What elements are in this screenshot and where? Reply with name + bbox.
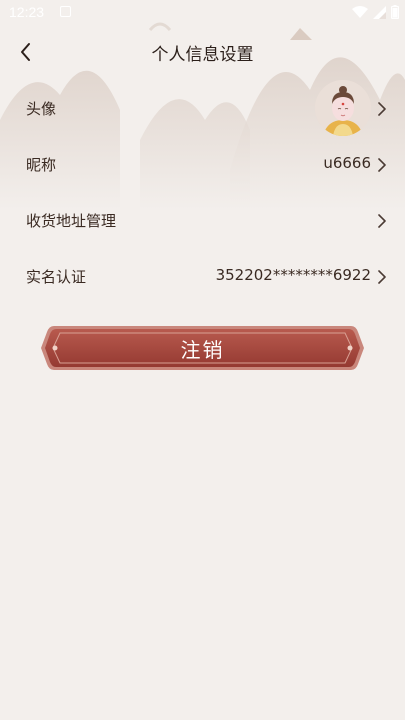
chevron-right-icon bbox=[378, 270, 386, 284]
avatar-row[interactable]: 头像 bbox=[0, 80, 405, 136]
signal-icon bbox=[373, 5, 386, 19]
real-name-verification-label: 实名认证 bbox=[26, 268, 87, 286]
page-title: 个人信息设置 bbox=[151, 45, 254, 65]
nickname-label: 昵称 bbox=[26, 156, 57, 174]
nickname-row[interactable]: 昵称 u6666 bbox=[0, 140, 405, 190]
id-number-value: 352202********6922 bbox=[215, 266, 371, 284]
nav-bar: 个人信息设置 bbox=[0, 28, 405, 76]
status-icons bbox=[352, 5, 399, 19]
address-management-row[interactable]: 收货地址管理 bbox=[0, 196, 405, 246]
notification-icon bbox=[60, 6, 71, 17]
avatar-image bbox=[315, 80, 371, 136]
status-bar: 12:23 bbox=[0, 0, 405, 26]
address-management-label: 收货地址管理 bbox=[26, 212, 117, 230]
chevron-right-icon bbox=[378, 214, 386, 228]
status-time: 12:23 bbox=[9, 4, 45, 20]
chevron-right-icon bbox=[378, 158, 386, 172]
battery-icon bbox=[391, 5, 399, 19]
nickname-value: u6666 bbox=[323, 154, 371, 172]
real-name-verification-row[interactable]: 实名认证 352202********6922 bbox=[0, 252, 405, 302]
avatar[interactable] bbox=[315, 80, 371, 136]
logout-button[interactable]: 注销 bbox=[40, 322, 365, 374]
chevron-right-icon bbox=[378, 102, 386, 116]
avatar-label: 头像 bbox=[26, 100, 57, 118]
wifi-icon bbox=[352, 5, 368, 18]
logout-label: 注销 bbox=[180, 338, 225, 362]
